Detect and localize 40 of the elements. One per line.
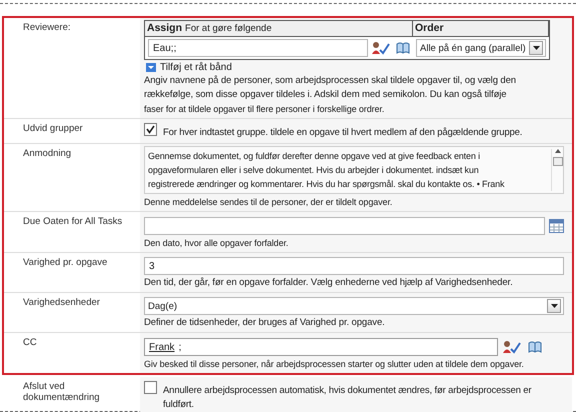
date-input-field[interactable] xyxy=(144,217,545,235)
assign-subheader: For at gøre følgende xyxy=(185,23,272,34)
checkbox-label: Annullere arbejdsprocessen automatisk, hvis dokumentet ændres, før arbejdsprocessen er fuldført. xyxy=(163,384,532,412)
checkbox[interactable] xyxy=(144,123,157,136)
unit-select[interactable]: Dag(e) xyxy=(144,297,564,315)
hint-text: Definer de tidsenheder, der bruges af Varighed pr. opgave. xyxy=(144,317,386,329)
hint-text: rækkefølge, som disse opgaver tildeles i. Adskil dem med semikolon. Du kan også tilføje xyxy=(144,89,508,101)
hint-text: Den tid, der går, før en opgave forfalder. Vælg enhederne ved hjælp af Varighedsenheder. xyxy=(144,277,514,289)
add-stage-link[interactable]: Tilføj et råt bånd xyxy=(160,62,232,73)
field-label: Anmodning xyxy=(22,147,72,161)
field-label: Varighed pr. opgave xyxy=(22,256,108,270)
textarea-line: Gennemse dokumentet, og fuldfør derefter denne opgave ved at give feedback enten i xyxy=(148,150,481,163)
field-label: Due Oaten for All Tasks xyxy=(22,215,124,229)
scroll-up-icon[interactable] xyxy=(554,149,560,153)
field-label: Afslut ved dokumentændring xyxy=(22,380,101,405)
checkbox[interactable] xyxy=(144,381,157,394)
request-textarea[interactable] xyxy=(144,146,564,194)
calendar-icon[interactable] xyxy=(549,219,564,233)
order-header: Order xyxy=(415,22,444,34)
address-book-icon[interactable] xyxy=(396,42,410,54)
textarea-line: opgaveformularen eller i selve dokumentet. Hvis du arbejder i dokumentet. indsæt kun xyxy=(148,164,480,177)
scroll-thumb-icon[interactable] xyxy=(552,157,562,166)
field-label: Udvid grupper xyxy=(22,122,84,136)
assign-header: Assign xyxy=(147,22,182,34)
assign-input-field[interactable]: Eau;; xyxy=(148,39,368,57)
hint-text: Giv besked til disse personer, når arbejdsprocessen starter og slutter uden at tildele dem opgaver. xyxy=(144,358,525,370)
hint-text: faser for at tildele opgaver til flere personer i forskellige ordrer. xyxy=(144,103,386,115)
cc-input-field[interactable]: Frank ; xyxy=(144,338,498,356)
field-label: Reviewere: xyxy=(22,21,72,35)
textarea-line: registrerede ændringer og kommentarer. Hvis du har spørgsmål. skal du kontakte os. • Frank xyxy=(148,178,506,191)
order-select[interactable]: Alle på én gang (parallel) xyxy=(416,39,546,57)
hint-text: Denne meddelelse sendes til de personer, der er tildelt opgaver. xyxy=(144,196,394,208)
field-label: CC xyxy=(22,336,38,350)
checkbox-label: For hver indtastet gruppe. tildele en opgave til hvert medlem af den pågældende gruppe. xyxy=(163,126,522,140)
address-book-icon[interactable] xyxy=(528,341,542,353)
hint-text: Den dato, hvor alle opgaver forfalder. xyxy=(144,237,290,249)
field-label: Varighedsenheder xyxy=(22,296,101,310)
duration-input-field[interactable]: 3 xyxy=(144,257,564,275)
expand-icon[interactable] xyxy=(146,63,156,72)
hint-text: Angiv navnene på de personer, som arbejdsprocessen skal tildele opgaver til, og vælg den xyxy=(144,75,517,87)
